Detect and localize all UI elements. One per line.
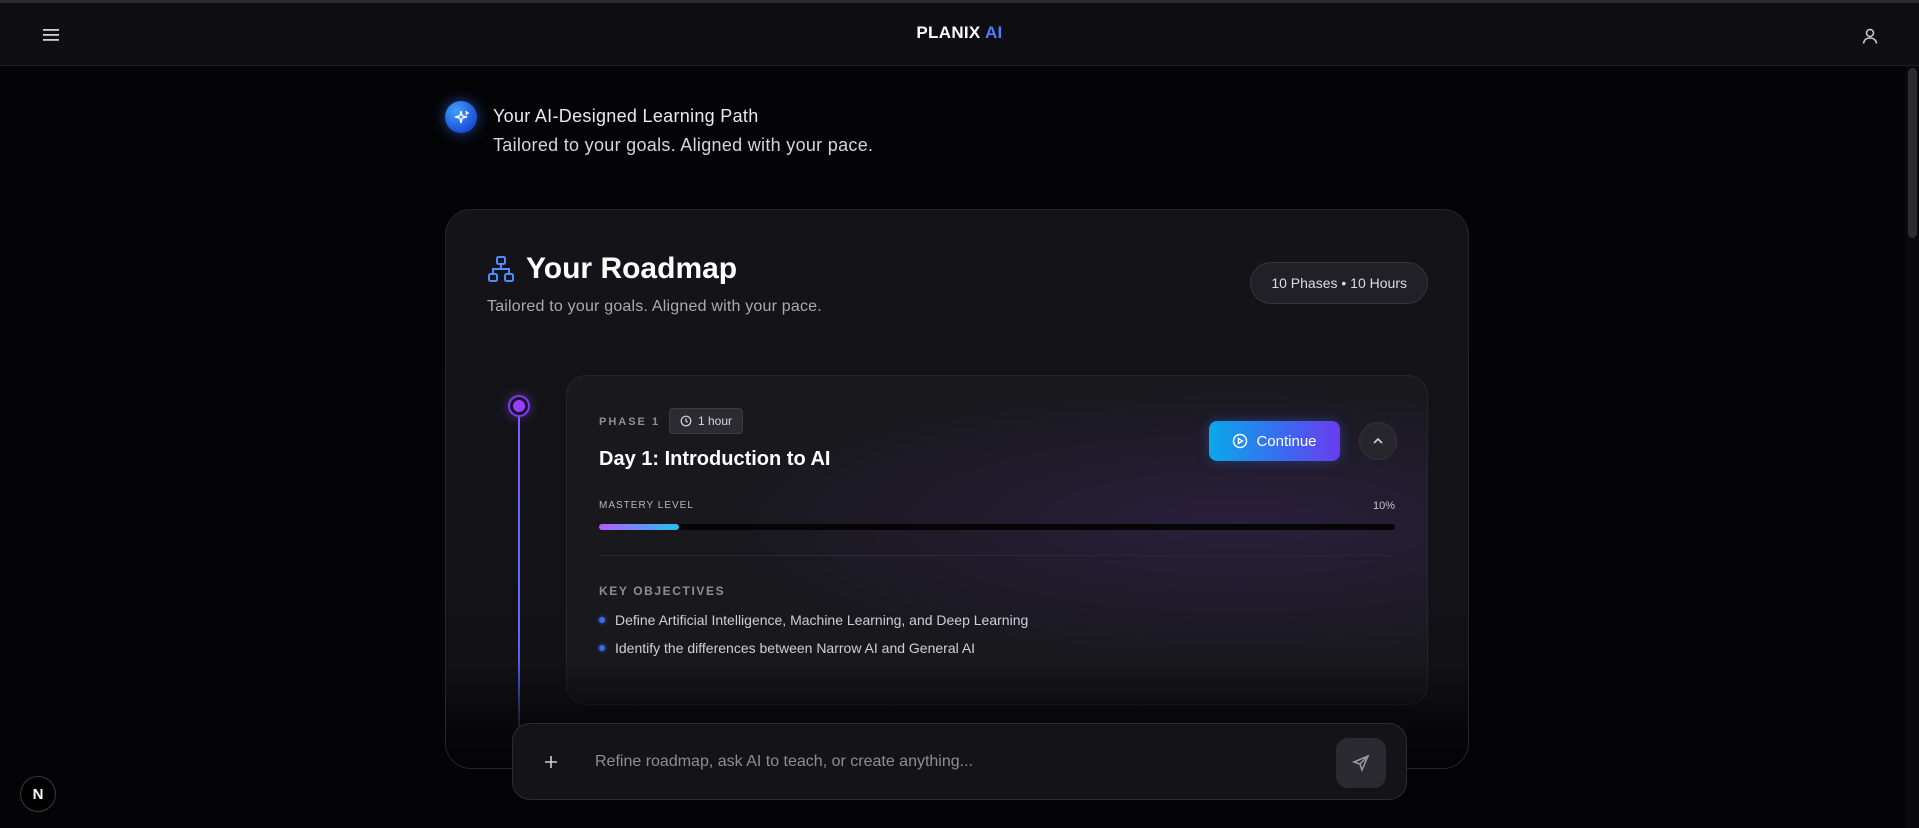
phase-title: Day 1: Introduction to AI (599, 448, 831, 470)
dev-tools-badge[interactable]: N (20, 776, 56, 812)
brand-accent: AI (984, 23, 1003, 42)
key-objectives-title: KEY OBJECTIVES (599, 584, 726, 598)
intro-subtitle: Tailored to your goals. Aligned with you… (493, 135, 874, 155)
objective-item: Identify the differences between Narrow … (599, 640, 975, 656)
continue-button[interactable]: Continue (1209, 421, 1340, 461)
brand-logo[interactable]: PLANIX AI (0, 23, 1919, 43)
objective-text: Identify the differences between Narrow … (615, 640, 976, 656)
clock-icon (680, 415, 692, 427)
sparkle-icon (445, 101, 477, 133)
duration-chip: 1 hour (669, 408, 744, 434)
objective-text: Define Artificial Intelligence, Machine … (615, 612, 1029, 628)
chat-input[interactable] (595, 746, 1315, 778)
add-attachment-button[interactable] (537, 748, 565, 776)
send-icon (1352, 754, 1370, 772)
duration-text: 1 hour (698, 414, 733, 428)
user-profile-button[interactable] (1857, 23, 1883, 49)
chat-bar (512, 723, 1407, 800)
roadmap-title: Your Roadmap (526, 252, 738, 285)
play-circle-icon (1233, 433, 1248, 449)
phase-label: PHASE 1 (599, 416, 661, 428)
divider (599, 555, 1395, 556)
chevron-up-icon (1373, 437, 1383, 444)
bullet-dot (599, 645, 605, 651)
roadmap-summary-badge: 10 Phases • 10 Hours (1250, 262, 1428, 304)
mastery-level-label: MASTERY LEVEL (599, 500, 694, 511)
scrollbar-thumb[interactable] (1908, 68, 1917, 238)
roadmap-subtitle: Tailored to your goals. Aligned with you… (487, 298, 822, 315)
plus-icon (545, 756, 557, 768)
sitemap-icon (486, 254, 516, 284)
mastery-progress-fill (599, 524, 679, 530)
objective-item: Define Artificial Intelligence, Machine … (599, 612, 1028, 628)
mastery-level-value: 10% (1372, 500, 1395, 512)
send-button[interactable] (1336, 738, 1386, 788)
roadmap-card: Your Roadmap Tailored to your goals. Ali… (445, 209, 1469, 769)
bullet-dot (599, 617, 605, 623)
mastery-progress-bar (599, 524, 1395, 530)
continue-label: Continue (1256, 432, 1317, 450)
top-bar: PLANIX AI (0, 0, 1919, 66)
brand-name: PLANIX (916, 23, 985, 42)
user-icon (1862, 28, 1878, 44)
collapse-button[interactable] (1359, 422, 1397, 460)
page-scrollbar[interactable] (1905, 66, 1919, 828)
intro-title: Your AI-Designed Learning Path (493, 106, 759, 126)
timeline-dot-phase-1 (510, 397, 528, 415)
phase-card: PHASE 1 1 hour Day 1: Introduction to AI… (566, 375, 1428, 705)
